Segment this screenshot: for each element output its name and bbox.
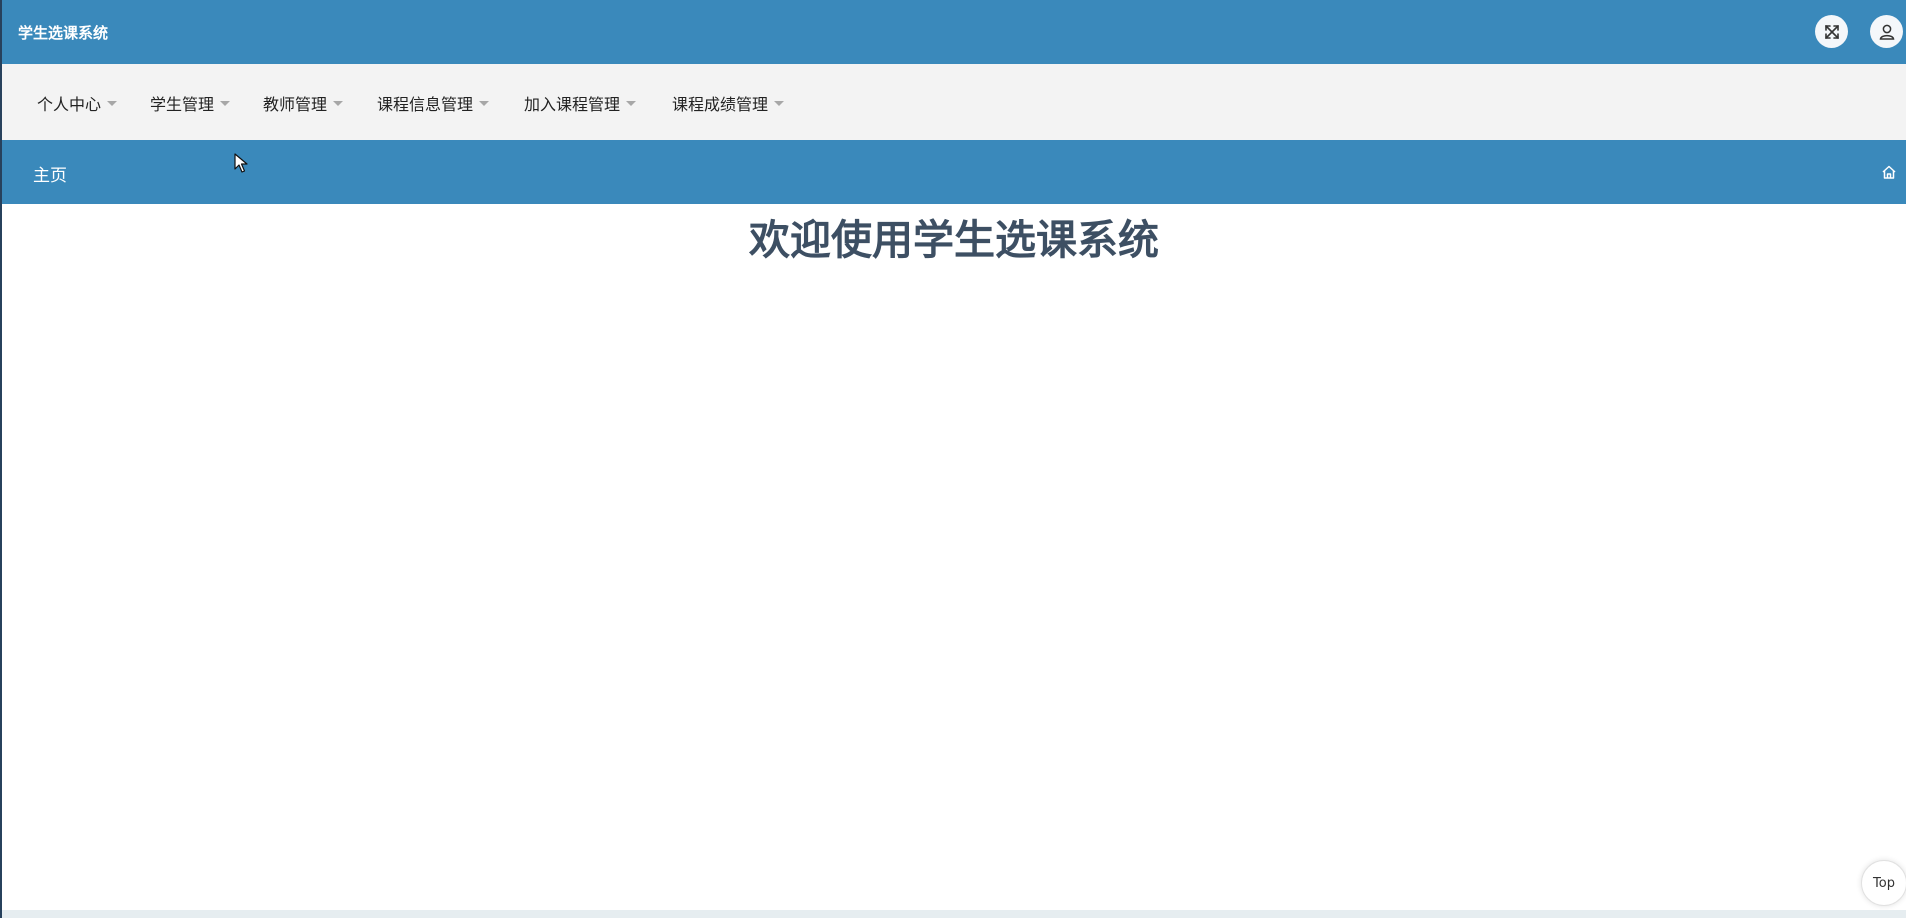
back-to-top-button[interactable]: Top: [1861, 860, 1906, 906]
nav-item-label: 课程信息管理: [377, 95, 474, 114]
nav-item-label: 个人中心: [37, 95, 102, 114]
fullscreen-button[interactable]: [1815, 15, 1848, 48]
app-title: 学生选课系统: [18, 24, 109, 42]
home-button[interactable]: [1880, 163, 1898, 181]
caret-down-icon: [220, 101, 231, 106]
top-header: 学生选课系统: [2, 0, 1906, 64]
caret-down-icon: [107, 101, 118, 106]
nav-item-label: 教师管理: [263, 95, 328, 114]
fullscreen-icon: [1824, 24, 1839, 39]
nav-item-personal-center[interactable]: 个人中心: [37, 91, 118, 115]
bottom-divider: [2, 910, 1906, 918]
nav-item-student-management[interactable]: 学生管理: [150, 91, 231, 115]
nav-item-label: 学生管理: [150, 95, 215, 114]
nav-item-course-info-management[interactable]: 课程信息管理: [377, 91, 490, 115]
caret-down-icon: [333, 101, 344, 106]
nav-item-label: 加入课程管理: [524, 95, 621, 114]
breadcrumb-home-link[interactable]: 主页: [33, 161, 67, 186]
user-menu-button[interactable]: [1870, 15, 1903, 48]
nav-item-label: 课程成绩管理: [672, 95, 769, 114]
main-nav: 个人中心 学生管理 教师管理 课程信息管理 加入课程管理 课程成绩管理: [2, 64, 1906, 140]
breadcrumb-bar: 主页: [2, 140, 1906, 204]
mouse-pointer-icon: [234, 153, 248, 173]
home-icon: [1882, 165, 1896, 179]
nav-item-course-enrollment-management[interactable]: 加入课程管理: [524, 91, 637, 115]
user-icon: [1879, 24, 1894, 40]
caret-down-icon: [626, 101, 637, 106]
welcome-heading: 欢迎使用学生选课系统: [749, 216, 1159, 264]
nav-item-teacher-management[interactable]: 教师管理: [263, 91, 344, 115]
caret-down-icon: [774, 101, 785, 106]
nav-item-course-grade-management[interactable]: 课程成绩管理: [672, 91, 785, 115]
app-page: 学生选课系统 个人中心 学生管理 教师管理 课程信息管理 加入课程管理 课程成绩…: [0, 0, 1906, 918]
caret-down-icon: [479, 101, 490, 106]
